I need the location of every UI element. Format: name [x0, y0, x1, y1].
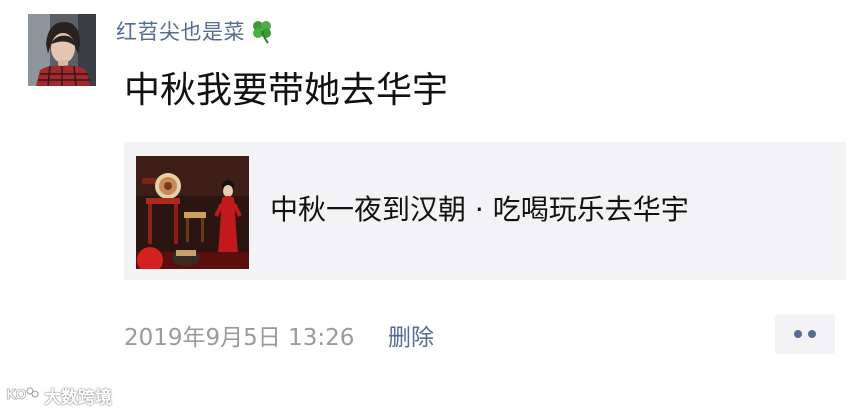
post-text: 中秋我要带她去华宇	[124, 70, 449, 111]
watermark-logo-icon: KO	[6, 385, 40, 405]
avatar[interactable]	[28, 14, 96, 86]
more-dots-icon	[789, 327, 821, 341]
svg-text:KO: KO	[6, 388, 27, 403]
four-leaf-clover-icon	[249, 18, 275, 44]
link-title: 中秋一夜到汉朝 · 吃喝玩乐去华宇	[270, 193, 689, 226]
username-row: 红苕尖也是菜	[116, 17, 275, 45]
watermark: KO 大数跨境	[6, 382, 112, 408]
watermark-text: 大数跨境	[44, 387, 112, 408]
delete-button[interactable]: 删除	[388, 320, 434, 356]
shared-link-card[interactable]: 中秋一夜到汉朝 · 吃喝玩乐去华宇	[124, 142, 846, 280]
post-timestamp: 2019年9月5日 13:26	[124, 325, 355, 351]
username[interactable]: 红苕尖也是菜	[116, 16, 245, 46]
link-thumbnail	[136, 156, 249, 269]
more-button[interactable]	[775, 314, 835, 354]
moments-post: 红苕尖也是菜 中秋我要带她去华宇 中秋一夜到汉朝 · 吃喝玩乐去华宇 2019年…	[0, 0, 862, 412]
